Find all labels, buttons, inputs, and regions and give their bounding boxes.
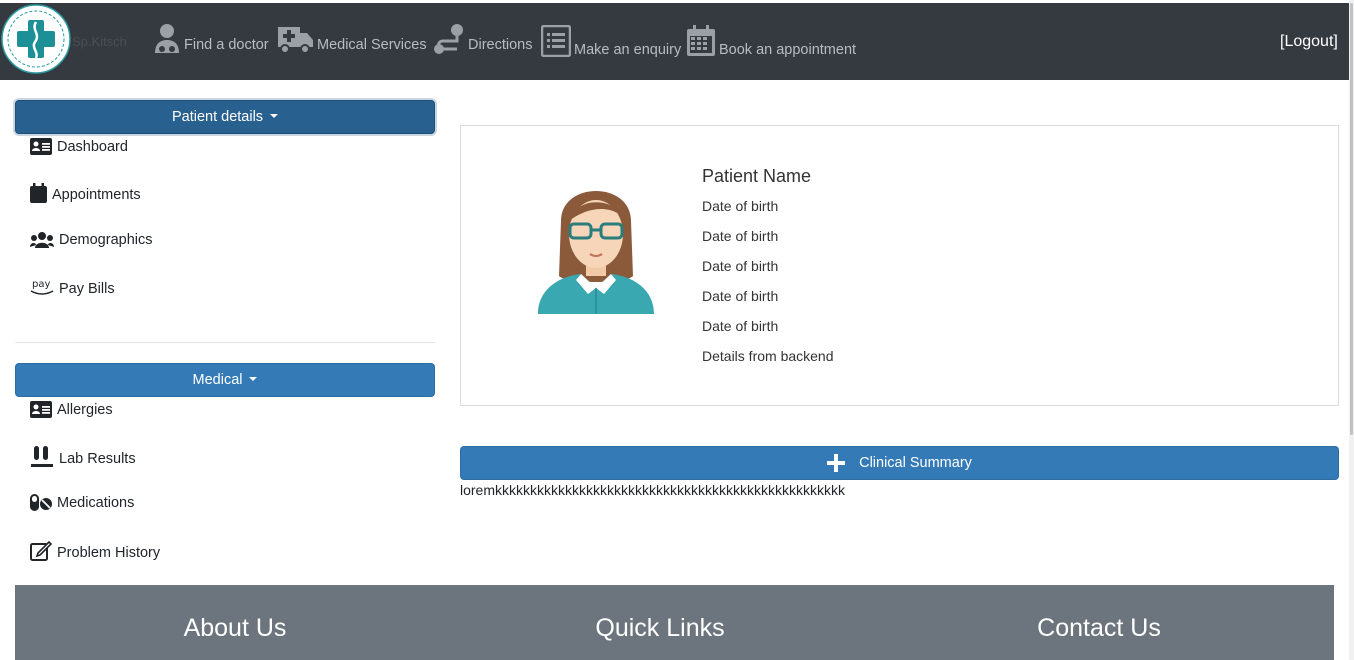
nav-book-appointment-label: Book an appointment: [719, 42, 857, 58]
sidebar-item-label: Dashboard: [57, 139, 128, 155]
patient-detail-line: Date of birth: [702, 318, 779, 334]
amazon-pay-icon: pay: [30, 279, 54, 295]
patient-details-label: Patient details: [171, 109, 264, 125]
ambulance-icon: [278, 27, 313, 54]
patient-details-dropdown-button[interactable]: Patient details: [15, 100, 435, 134]
sidebar-item-demographics[interactable]: Demographics: [30, 232, 153, 248]
sidebar-item-label: Lab Results: [59, 451, 136, 467]
sidebar-divider: [15, 342, 435, 343]
sidebar-item-pay-bills[interactable]: pay Pay Bills: [30, 277, 115, 297]
logo-text: Sp.Kitsch: [72, 34, 127, 49]
footer-about-heading: About Us: [183, 614, 287, 642]
sidebar-item-label: Appointments: [52, 187, 141, 203]
id-card-icon: [30, 138, 52, 155]
nav-medical-services-label: Medical Services: [317, 37, 427, 53]
footer-quick-links-heading: Quick Links: [595, 614, 725, 642]
list-form-icon: [541, 25, 571, 57]
patient-avatar: [538, 191, 654, 314]
users-icon: [30, 232, 54, 248]
pills-icon: [30, 494, 52, 511]
hospital-logo-icon[interactable]: [1, 4, 71, 74]
patient-detail-line: Details from backend: [702, 348, 834, 364]
clinical-summary-label: Clinical Summary: [859, 455, 972, 471]
medical-dropdown-button[interactable]: Medical: [15, 363, 435, 397]
plus-icon: [827, 454, 846, 472]
calendar-icon: [30, 183, 47, 203]
nav-medical-services[interactable]: Medical Services: [276, 23, 427, 55]
footer: About Us Quick Links Contact Us: [15, 585, 1334, 660]
patient-detail-line: Date of birth: [702, 258, 779, 274]
nav-book-appointment[interactable]: Book an appointment: [686, 25, 857, 58]
edit-icon: [30, 540, 52, 561]
nav-find-doctor[interactable]: Find a doctor: [153, 23, 269, 55]
sidebar-item-allergies[interactable]: Allergies: [30, 401, 113, 418]
route-icon: [434, 24, 463, 54]
sidebar-item-appointments[interactable]: Appointments: [30, 183, 141, 203]
scrollbar-thumb[interactable]: [1350, 3, 1353, 435]
nav-make-enquiry-label: Make an enquiry: [574, 42, 682, 58]
sidebar-item-dashboard[interactable]: Dashboard: [30, 138, 128, 155]
patient-card: Patient Name Date of birth Date of birth…: [460, 125, 1339, 406]
calendar-icon: [687, 25, 715, 56]
svg-text:pay: pay: [32, 279, 50, 290]
sidebar-item-lab-results[interactable]: Lab Results: [30, 446, 136, 467]
patient-detail-line: Date of birth: [702, 228, 779, 244]
patient-detail-line: Date of birth: [702, 288, 779, 304]
doctor-icon: [155, 24, 179, 53]
vials-icon: [31, 446, 53, 467]
sidebar-item-label: Medications: [57, 495, 135, 511]
nav-directions-label: Directions: [468, 37, 533, 53]
sidebar-item-label: Pay Bills: [59, 281, 115, 297]
sidebar-item-problem-history[interactable]: Problem History: [30, 540, 160, 561]
sidebar-item-label: Problem History: [57, 545, 161, 561]
patient-name: Patient Name: [702, 166, 812, 186]
nav-make-enquiry[interactable]: Make an enquiry: [541, 25, 682, 58]
caret-down-icon: [270, 114, 279, 118]
patient-detail-line: Date of birth: [702, 198, 779, 214]
id-card-icon: [30, 401, 52, 418]
medical-label: Medical: [192, 372, 243, 388]
top-navbar: Sp.Kitsch Find a doctor Medical Services…: [0, 3, 1349, 80]
nav-find-doctor-label: Find a doctor: [184, 37, 269, 53]
nav-directions[interactable]: Directions: [433, 23, 532, 55]
sidebar-item-label: Allergies: [57, 402, 113, 418]
caret-down-icon: [249, 377, 258, 381]
logout-link[interactable]: [Logout]: [1280, 33, 1338, 51]
footer-contact-heading: Contact Us: [1037, 614, 1161, 642]
sidebar-item-label: Demographics: [59, 232, 153, 248]
sidebar-item-medications[interactable]: Medications: [30, 494, 134, 511]
clinical-summary-text: loremkkkkkkkkkkkkkkkkkkkkkkkkkkkkkkkkkkk…: [460, 482, 846, 498]
clinical-summary-button[interactable]: Clinical Summary: [460, 446, 1339, 480]
